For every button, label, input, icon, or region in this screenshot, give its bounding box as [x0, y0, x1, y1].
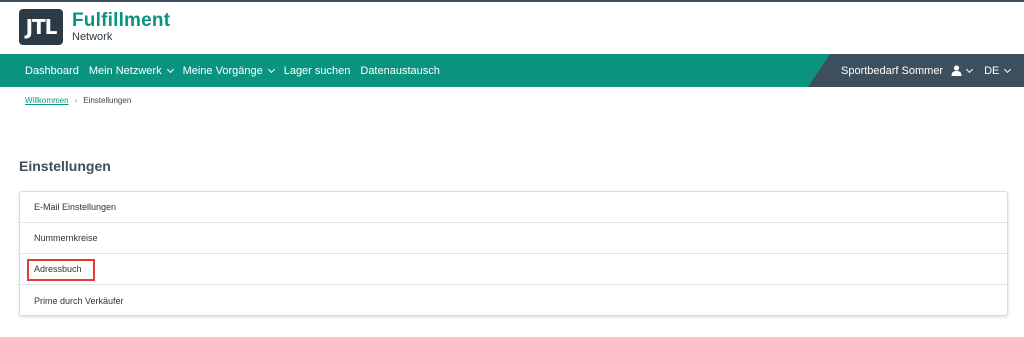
chevron-down-icon [966, 65, 974, 73]
settings-item-adressbuch[interactable]: Adressbuch [20, 254, 1007, 285]
language-selector[interactable]: DE [984, 64, 1012, 77]
settings-item-label: Nummernkreise [34, 233, 98, 243]
highlight-box [27, 259, 95, 281]
nav-item-label: Mein Netzwerk [88, 64, 162, 77]
breadcrumb-separator-icon: › [74, 96, 78, 105]
nav-item-dashboard[interactable]: Dashboard [25, 65, 79, 77]
nav-item-datenaustausch[interactable]: Datenaustausch [360, 65, 440, 77]
logo-subtitle: Network [72, 31, 113, 43]
chevron-down-icon [1004, 65, 1012, 73]
nav-item-mein-netzwerk[interactable]: Mein Netzwerk [88, 64, 174, 77]
nav-item-meine-vorgaenge[interactable]: Meine Vorgänge [182, 64, 275, 77]
nav-menu: Dashboard Mein Netzwerk Meine Vorgänge L… [25, 54, 450, 87]
breadcrumb: Willkommen › Einstellungen [25, 96, 131, 105]
page-title: Einstellungen [19, 158, 111, 174]
breadcrumb-current: Einstellungen [83, 96, 132, 105]
settings-item-email[interactable]: E-Mail Einstellungen [20, 192, 1007, 223]
user-icon [951, 65, 962, 76]
user-menu-button[interactable] [951, 65, 974, 76]
nav-item-label: Lager suchen [283, 64, 351, 77]
logo[interactable]: JTL Fulfillment Network [19, 9, 170, 45]
settings-item-label: Prime durch Verkäufer [34, 295, 124, 306]
chevron-down-icon [166, 65, 174, 73]
logo-mark: JTL [19, 9, 63, 45]
nav-item-label: Datenaustausch [360, 64, 440, 77]
logo-title: Fulfillment [72, 10, 171, 31]
user-name[interactable]: Sportbedarf Sommer [841, 65, 943, 77]
nav-item-label: Dashboard [25, 64, 79, 77]
main-navbar: Dashboard Mein Netzwerk Meine Vorgänge L… [0, 54, 1024, 87]
language-label: DE [984, 64, 1000, 77]
settings-item-nummernkreise[interactable]: Nummernkreise [20, 223, 1007, 254]
settings-list: E-Mail Einstellungen Nummernkreise Adres… [19, 191, 1008, 316]
user-panel: Sportbedarf Sommer DE [808, 54, 1024, 87]
top-border [0, 0, 1024, 2]
nav-item-lager-suchen[interactable]: Lager suchen [284, 65, 351, 77]
logo-text: Fulfillment Network [72, 11, 170, 43]
settings-item-prime[interactable]: Prime durch Verkäufer [20, 285, 1007, 316]
settings-item-label: E-Mail Einstellungen [34, 202, 117, 212]
chevron-down-icon [267, 65, 275, 73]
breadcrumb-home-link[interactable]: Willkommen [25, 96, 69, 105]
nav-item-label: Meine Vorgänge [182, 64, 263, 77]
